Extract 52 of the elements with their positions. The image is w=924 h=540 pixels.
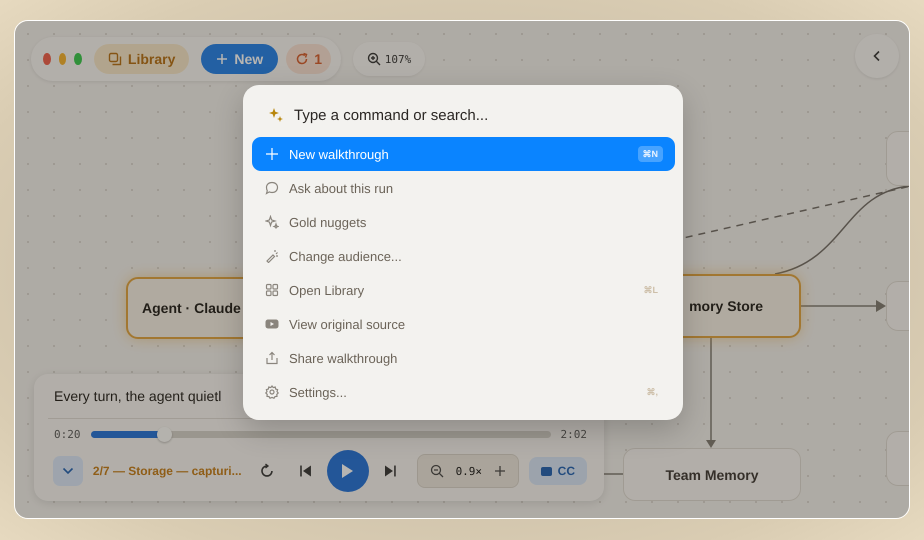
shortcut-label: ⌘,: [645, 386, 659, 399]
skip-back-icon[interactable]: [299, 464, 314, 478]
share-icon: [265, 351, 279, 365]
command-label: Share walkthrough: [289, 350, 398, 366]
elapsed-time: 0:20: [54, 428, 80, 440]
chat-bubble-icon: [265, 181, 279, 195]
close-dot-icon[interactable]: [43, 53, 51, 65]
sparkles-icon: [265, 215, 279, 229]
command-label: Settings...: [289, 384, 348, 400]
expand-button[interactable]: [53, 456, 83, 486]
command-item[interactable]: Share walkthrough: [252, 341, 675, 375]
captions-button[interactable]: CC: [528, 457, 587, 485]
plus-icon: [265, 147, 279, 161]
skip-forward-icon[interactable]: [383, 464, 397, 478]
progress-handle[interactable]: [157, 426, 172, 442]
zoom-button[interactable]: 107%: [353, 42, 425, 76]
zoom-out-icon[interactable]: [430, 464, 444, 478]
plus-icon: [216, 53, 228, 65]
command-label: Change audience...: [289, 248, 403, 264]
video-icon: [265, 317, 279, 331]
sparkles-icon: [268, 107, 284, 123]
play-button[interactable]: [327, 450, 370, 492]
minimize-dot-icon[interactable]: [58, 53, 66, 65]
command-label: New walkthrough: [289, 146, 390, 162]
shortcut-label: ⌘L: [642, 284, 659, 297]
wand-icon: [265, 249, 279, 263]
replay-icon[interactable]: [259, 463, 276, 479]
settings-icon: [265, 385, 279, 399]
command-search-field[interactable]: Type a command or search...: [294, 106, 675, 124]
command-item[interactable]: Settings... ⌘,: [252, 375, 675, 409]
zoom-in-icon: [366, 52, 381, 66]
speed-value: 0.9×: [456, 464, 482, 478]
chevron-down-icon: [62, 467, 74, 475]
refresh-icon: [295, 52, 310, 66]
new-button[interactable]: New: [201, 44, 278, 74]
total-time: 2:02: [560, 428, 587, 440]
chevron-left-icon: [872, 50, 882, 62]
copy-icon: [108, 52, 122, 66]
play-icon: [340, 463, 354, 479]
command-label: Gold nuggets: [289, 214, 368, 230]
caption-square-icon: [540, 466, 552, 476]
command-item[interactable]: Gold nuggets: [252, 205, 675, 239]
command-label: Ask about this run: [289, 180, 394, 196]
caption-text: Every turn, the agent quietl: [54, 388, 222, 406]
grid-icon: [265, 283, 279, 297]
plus-icon[interactable]: [494, 465, 506, 477]
command-item[interactable]: Change audience...: [252, 239, 675, 273]
zoom-dot-icon[interactable]: [74, 53, 82, 65]
shortcut-label: ⌘N: [638, 146, 663, 162]
command-item[interactable]: Ask about this run: [252, 171, 675, 205]
command-item[interactable]: New walkthrough ⌘N: [252, 137, 675, 171]
flow-node[interactable]: Team Memory: [623, 448, 801, 501]
